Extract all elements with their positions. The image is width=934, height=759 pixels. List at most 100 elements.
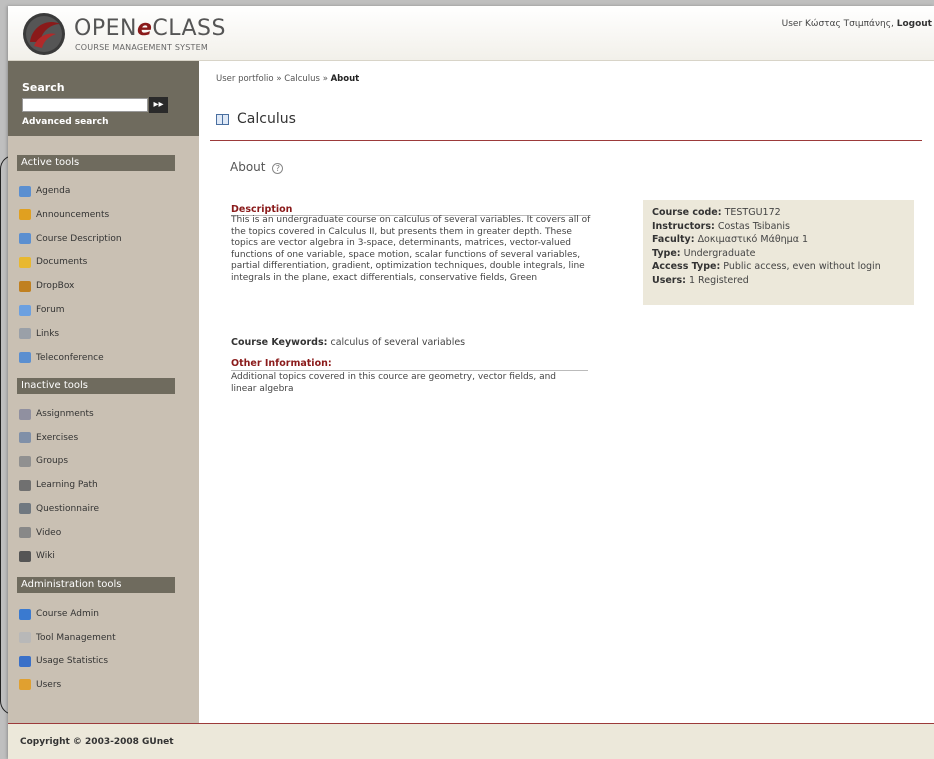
users-row: Users: 1 Registered bbox=[652, 274, 914, 288]
sidebar-item-label: Groups bbox=[36, 456, 69, 467]
sidebar-item-dropbox[interactable]: DropBox bbox=[19, 279, 74, 293]
announcements-icon bbox=[19, 209, 31, 221]
usage-statistics-icon bbox=[19, 655, 31, 667]
documents-icon bbox=[19, 256, 31, 268]
logo-open: OPEN bbox=[74, 16, 137, 41]
sidebar-item-video[interactable]: Video bbox=[19, 526, 61, 540]
sidebar-item-documents[interactable]: Documents bbox=[19, 255, 87, 269]
sidebar-item-label: Video bbox=[36, 527, 62, 538]
logo-subtitle: COURSE MANAGEMENT SYSTEM bbox=[75, 43, 208, 52]
sidebar-item-tool-management[interactable]: Tool Management bbox=[19, 631, 116, 645]
sidebar-item-exercises[interactable]: Exercises bbox=[19, 431, 78, 445]
sidebar-item-label: Exercises bbox=[36, 432, 79, 443]
sidebar-item-learning-path[interactable]: Learning Path bbox=[19, 478, 98, 492]
other-info-text: Additional topics covered in this cource… bbox=[231, 372, 556, 394]
sidebar-item-label: Assignments bbox=[36, 409, 94, 419]
faculty-row: Faculty: Δοκιμαστικό Μάθημα 1 bbox=[652, 233, 914, 247]
sidebar-item-announcements[interactable]: Announcements bbox=[19, 208, 109, 222]
logout-link[interactable]: Logout bbox=[897, 19, 932, 29]
exercises-icon bbox=[19, 432, 31, 444]
agenda-icon bbox=[19, 185, 31, 197]
breadcrumb-current: About bbox=[330, 74, 360, 84]
sidebar-item-links[interactable]: Links bbox=[19, 327, 59, 341]
sidebar-item-users[interactable]: Users bbox=[19, 678, 61, 692]
about-heading: About ? bbox=[230, 160, 284, 174]
copyright-text: Copyright © 2003-2008 GUnet bbox=[20, 737, 174, 747]
groups-icon bbox=[19, 455, 31, 467]
course-keywords: Course Keywords: calculus of several var… bbox=[231, 337, 465, 348]
search-panel: Search ▸▸ Advanced search bbox=[8, 61, 199, 136]
sidebar-item-label: Announcements bbox=[36, 209, 110, 220]
sidebar-item-questionnaire[interactable]: Questionnaire bbox=[19, 502, 99, 516]
description-heading: Description bbox=[231, 204, 293, 215]
sidebar-item-forum[interactable]: Forum bbox=[19, 303, 65, 317]
description-text: This is an undergraduate course on calcu… bbox=[231, 215, 591, 283]
sidebar-item-label: Teleconference bbox=[36, 352, 104, 363]
search-go-button[interactable]: ▸▸ bbox=[149, 97, 168, 113]
sidebar-item-label: Course Admin bbox=[36, 609, 99, 619]
users-icon bbox=[19, 679, 31, 690]
page-title: Calculus bbox=[216, 111, 296, 127]
keywords-value: calculus of several variables bbox=[330, 337, 466, 348]
browser-page: OPENeCLASS COURSE MANAGEMENT SYSTEM User… bbox=[8, 6, 934, 759]
logo-class: CLASS bbox=[152, 16, 226, 41]
sidebar-item-label: Learning Path bbox=[36, 480, 98, 491]
user-name: User Κώστας Τσιμπάνης, bbox=[781, 19, 894, 29]
learning-path-icon bbox=[19, 479, 31, 491]
main-content: User portfolio » Calculus » About Calcul… bbox=[199, 61, 934, 723]
type-value: Undergraduate bbox=[683, 247, 756, 259]
sidebar-item-label: Usage Statistics bbox=[36, 656, 109, 666]
admin-tools-header: Administration tools bbox=[17, 577, 175, 593]
book-icon bbox=[216, 113, 229, 125]
access-type-label: Access Type: bbox=[652, 261, 721, 272]
search-title: Search bbox=[22, 81, 65, 94]
other-info-divider bbox=[231, 370, 588, 371]
logo-wordmark: OPENeCLASS bbox=[74, 18, 226, 40]
type-label: Type: bbox=[652, 247, 681, 259]
openeclass-logo-icon[interactable] bbox=[22, 12, 66, 56]
instructors-row: Instructors: Costas Tsibanis bbox=[652, 220, 914, 234]
assignments-icon bbox=[19, 408, 31, 420]
course-admin-icon bbox=[19, 608, 31, 620]
sidebar-item-label: DropBox bbox=[36, 281, 75, 292]
users-label: Users: bbox=[652, 274, 686, 286]
faculty-label: Faculty: bbox=[652, 234, 695, 245]
sidebar-item-course-description[interactable]: Course Description bbox=[19, 232, 122, 246]
access-type-value: Public access, even without login bbox=[723, 261, 881, 272]
logo-e: e bbox=[136, 16, 153, 41]
sidebar: Search ▸▸ Advanced search Active tools A… bbox=[8, 61, 199, 723]
course-code-label: Course code: bbox=[652, 207, 722, 218]
course-description-icon bbox=[19, 233, 31, 245]
sidebar-item-label: Agenda bbox=[36, 186, 71, 196]
sidebar-item-assignments[interactable]: Assignments bbox=[19, 407, 94, 421]
header: OPENeCLASS COURSE MANAGEMENT SYSTEM User… bbox=[8, 6, 934, 61]
breadcrumb-separator: » bbox=[276, 74, 282, 84]
course-code-row: Course code: TESTGU172 bbox=[652, 206, 914, 220]
sidebar-item-course-admin[interactable]: Course Admin bbox=[19, 607, 99, 621]
dropbox-icon bbox=[19, 280, 31, 292]
faculty-value: Δοκιμαστικό Μάθημα 1 bbox=[697, 234, 809, 245]
breadcrumb: User portfolio » Calculus » About bbox=[216, 74, 359, 84]
sidebar-item-teleconference[interactable]: Teleconference bbox=[19, 351, 104, 365]
title-divider bbox=[210, 140, 922, 141]
course-title-text: Calculus bbox=[237, 111, 296, 127]
advanced-search-link[interactable]: Advanced search bbox=[22, 117, 108, 127]
breadcrumb-separator: » bbox=[322, 74, 328, 84]
sidebar-item-label: Links bbox=[36, 328, 60, 339]
help-icon[interactable]: ? bbox=[272, 163, 284, 174]
sidebar-item-label: Forum bbox=[36, 305, 65, 315]
sidebar-item-usage-statistics[interactable]: Usage Statistics bbox=[19, 654, 108, 668]
sidebar-item-groups[interactable]: Groups bbox=[19, 454, 68, 468]
sidebar-item-label: Documents bbox=[36, 257, 88, 268]
video-icon bbox=[19, 527, 31, 538]
sidebar-item-label: Users bbox=[36, 679, 62, 690]
search-input[interactable] bbox=[22, 98, 148, 112]
other-info-heading: Other Information: bbox=[231, 358, 332, 369]
breadcrumb-calculus[interactable]: Calculus bbox=[284, 74, 320, 84]
type-row: Type: Undergraduate bbox=[652, 247, 914, 261]
sidebar-item-agenda[interactable]: Agenda bbox=[19, 184, 70, 198]
sidebar-item-wiki[interactable]: Wiki bbox=[19, 549, 55, 563]
breadcrumb-user-portfolio[interactable]: User portfolio bbox=[216, 74, 274, 84]
instructors-label: Instructors: bbox=[652, 220, 715, 232]
links-icon bbox=[19, 328, 31, 340]
